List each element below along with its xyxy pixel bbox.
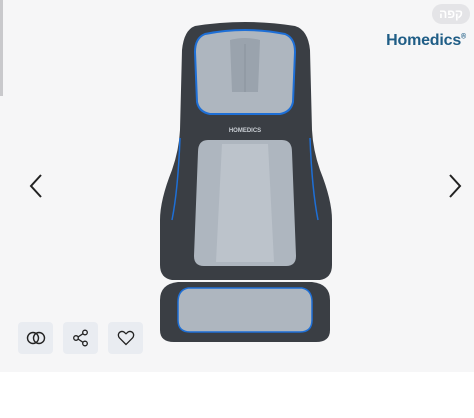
brand-registered-mark: ® [461,33,466,41]
chevron-left-icon [29,174,42,198]
chevron-right-icon [449,174,462,198]
brand-logo: Homedics® [386,32,466,50]
share-icon [72,329,88,347]
share-button[interactable] [63,322,98,354]
previous-image-button[interactable] [22,170,50,202]
gallery-actions [18,322,143,354]
product-label: HOMEDICS [229,128,261,134]
corner-badge: קפה [432,4,470,24]
compare-icon [26,331,45,345]
product-image[interactable]: HOMEDICS [150,20,340,350]
seat-base-mesh [177,287,313,333]
wishlist-button[interactable] [108,322,143,354]
heart-icon [117,330,134,346]
gallery-left-edge [0,0,3,96]
compare-button[interactable] [18,322,53,354]
page-bottom-area [0,372,474,418]
product-gallery: קפה Homedics® HOMEDICS [0,0,474,372]
next-image-button[interactable] [441,170,469,202]
brand-name: Homedics [386,32,462,49]
